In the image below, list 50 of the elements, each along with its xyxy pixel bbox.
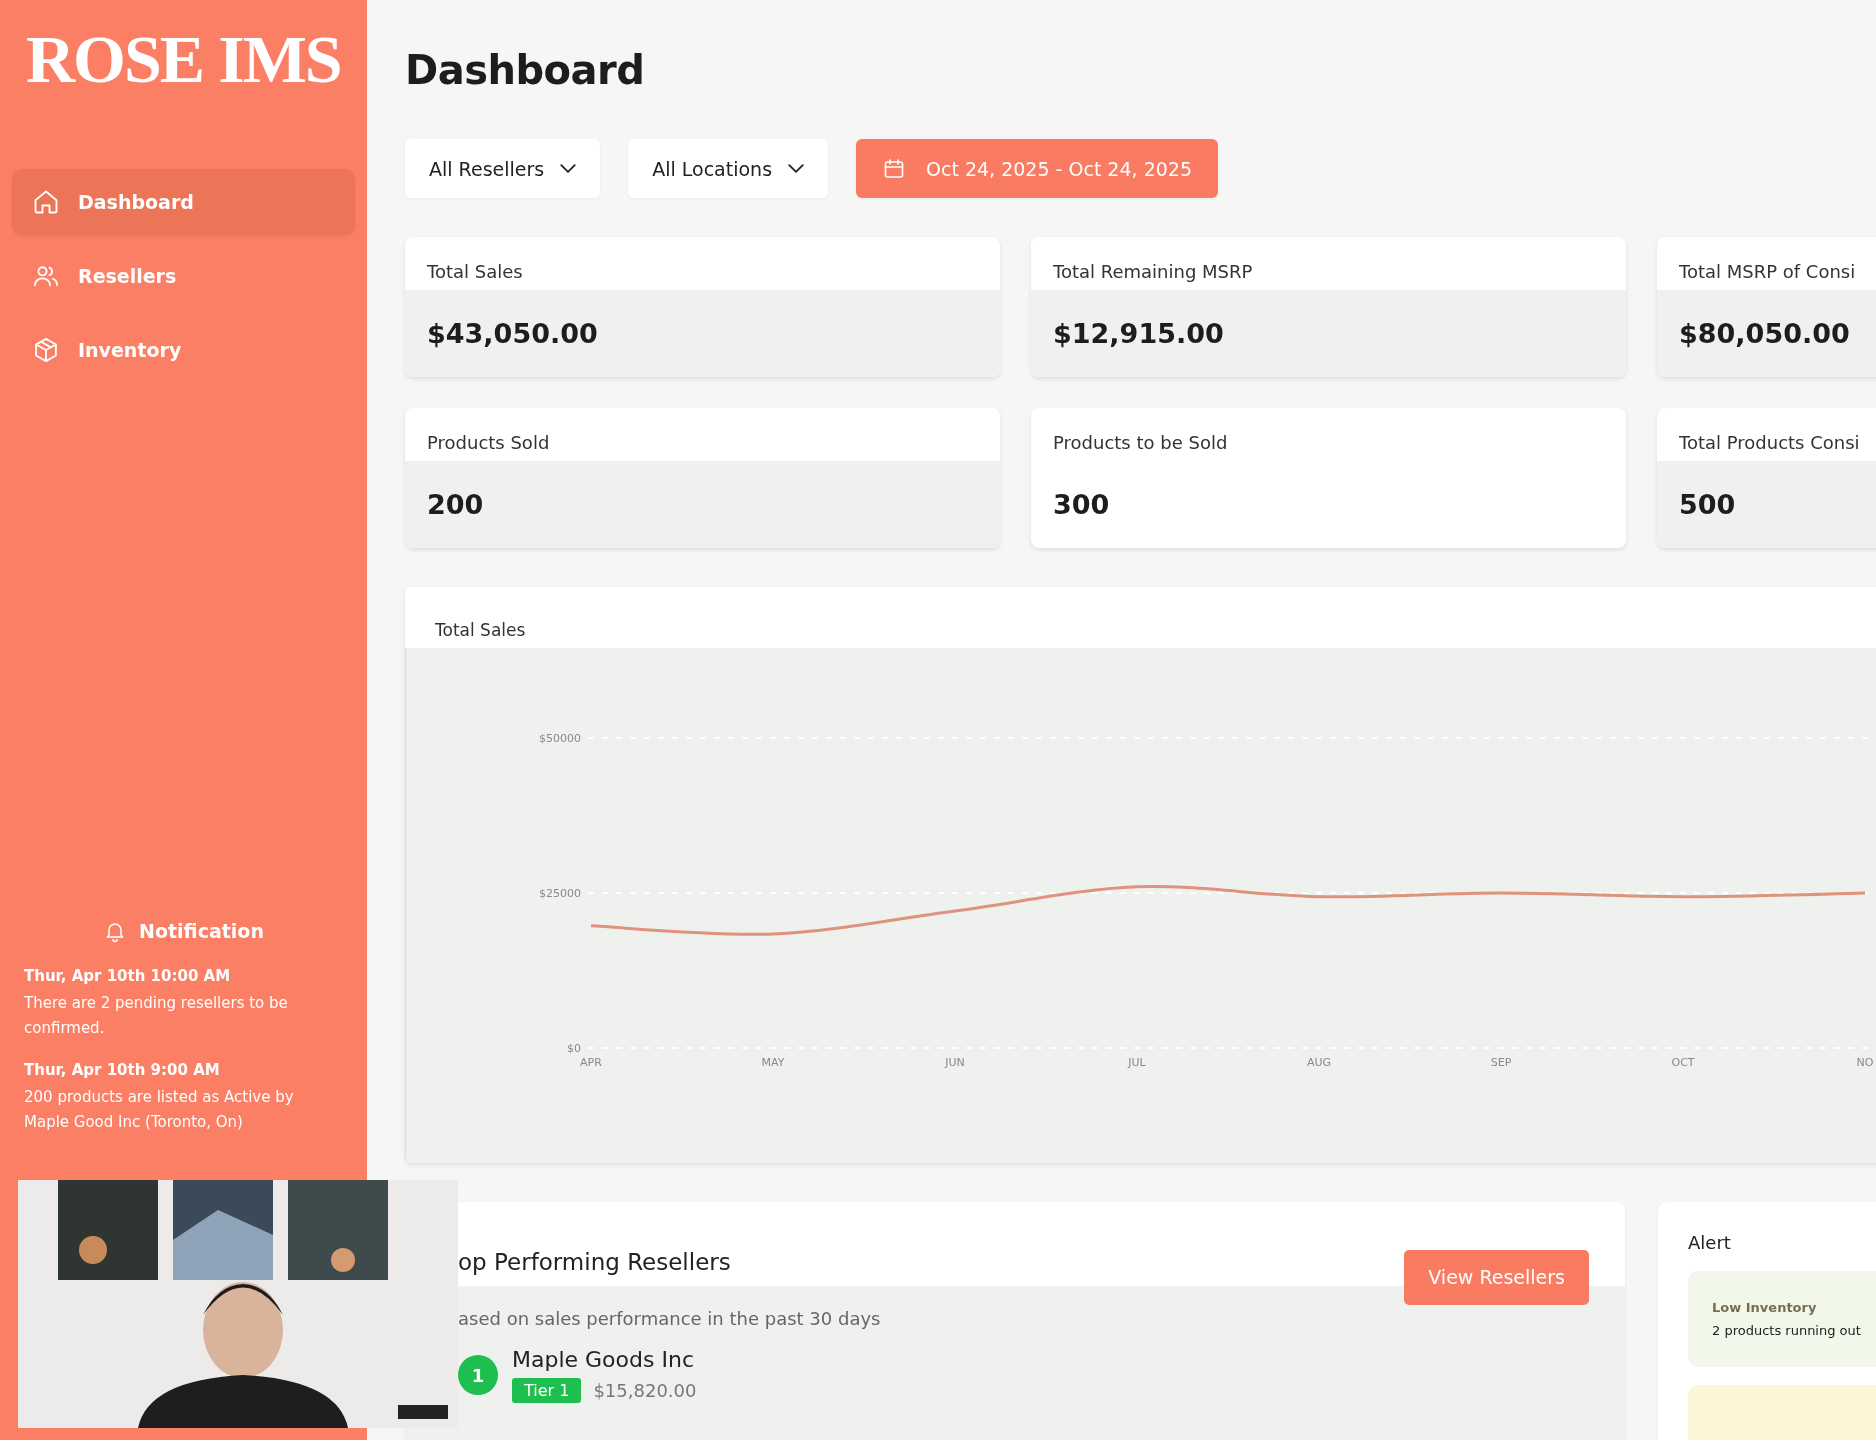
stat-value: 200: [427, 489, 484, 520]
axis-label: $0: [567, 1042, 581, 1055]
stat-value: $12,915.00: [1053, 318, 1224, 349]
axis-label: AUG: [1306, 1056, 1332, 1069]
reseller-name: Maple Goods Inc: [512, 1347, 695, 1372]
axis-label: JUL: [1128, 1056, 1146, 1069]
nav-item[interactable]: Resellers: [12, 242, 355, 309]
notification-text: There are 2 pending resellers to be confirmed.: [24, 993, 289, 1039]
filter-dropdown[interactable]: All Locations: [628, 139, 829, 198]
stat-label: Total Sales: [426, 260, 524, 284]
logo: ROSE IMS: [26, 22, 341, 97]
notification-time: Thur, Apr 10th 10:00 AM: [24, 967, 232, 985]
stat-label: Total Remaining MSRP: [1052, 260, 1254, 284]
notification-text: 200 products are listed as Active by Maple Good Inc (Toronto, On): [24, 1087, 295, 1133]
axis-label: JUN: [945, 1056, 965, 1069]
section-title: Alert: [1688, 1232, 1731, 1253]
notification-title: Notification: [139, 920, 264, 942]
nav-item[interactable]: Inventory: [12, 316, 355, 383]
page-title: Dashboard: [405, 46, 645, 95]
stat-value: 500: [1679, 489, 1736, 520]
stat-value: $80,050.00: [1679, 318, 1850, 349]
axis-label: APR: [580, 1056, 602, 1069]
filter-dropdown[interactable]: All Resellers: [405, 139, 601, 198]
view-resellers-button[interactable]: View Resellers: [1404, 1249, 1589, 1305]
axis-label: $25000: [539, 887, 581, 900]
date-range-button[interactable]: Oct 24, 2025 - Oct 24, 2025: [856, 139, 1218, 198]
stat-value: $43,050.00: [427, 318, 598, 349]
stat-label: Total Products Consi: [1678, 431, 1861, 455]
chevron-down-icon: [788, 164, 805, 173]
tier-badge: Tier 1: [512, 1378, 582, 1403]
alert-text: 2 products running out: [1712, 1323, 1862, 1338]
section-title: op Performing Resellers: [458, 1249, 731, 1275]
box-icon: [32, 335, 60, 364]
rank-badge: 1: [458, 1355, 498, 1395]
axis-label: SEP: [1490, 1056, 1512, 1069]
axis-label: $50000: [539, 732, 581, 745]
nav-item[interactable]: Dashboard: [12, 168, 355, 235]
axis-label: MAY: [761, 1056, 785, 1069]
chevron-down-icon: [560, 164, 577, 173]
stat-label: Products Sold: [426, 431, 551, 455]
sales-amount: $15,820.00: [593, 1380, 697, 1401]
chart-title: Total Sales: [434, 619, 527, 642]
section-subtitle: ased on sales performance in the past 30 days: [457, 1307, 882, 1331]
axis-label: OCT: [1671, 1056, 1695, 1069]
stat-label: Products to be Sold: [1052, 431, 1229, 455]
stat-label: Total MSRP of Consi: [1678, 260, 1857, 284]
axis-label: NO: [1856, 1056, 1874, 1069]
alert-title: Low Inventory: [1712, 1300, 1818, 1315]
notification-time: Thur, Apr 10th 9:00 AM: [24, 1061, 221, 1079]
stat-value: 300: [1053, 489, 1110, 520]
